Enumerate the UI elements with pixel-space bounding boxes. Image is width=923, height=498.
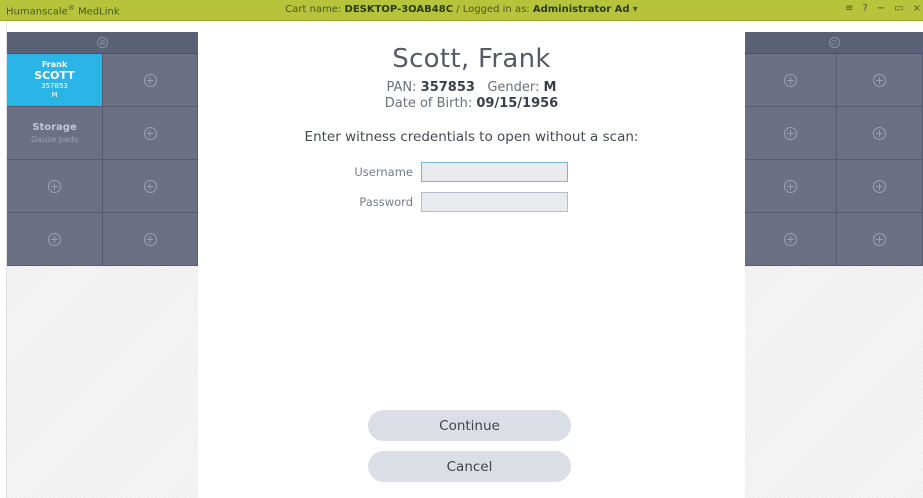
add-icon: + <box>873 179 886 193</box>
pan-label: PAN: <box>386 80 421 95</box>
right-drawer-panel: ⊙ + + + + + + + + <box>745 32 923 498</box>
patient-pan: 357853 <box>41 82 68 90</box>
collapse-icon[interactable]: ⊗ <box>97 37 108 48</box>
separator: / <box>453 4 463 15</box>
add-icon: + <box>48 232 61 246</box>
add-icon: + <box>873 73 886 87</box>
username-row: Username <box>198 162 745 182</box>
drawer-cell-empty[interactable]: + <box>745 160 837 213</box>
left-drawer-grid: Frank SCOTT 357853 M + Storage Gauze pad… <box>7 54 198 266</box>
cart-label: Cart name: <box>285 4 345 15</box>
help-icon[interactable]: ? <box>862 3 867 14</box>
witness-credentials-dialog: Scott, Frank PAN: 357853 Gender: M Date … <box>198 32 745 498</box>
drawer-cell-empty[interactable]: + <box>103 160 198 213</box>
instruction-text: Enter witness credentials to open withou… <box>304 129 639 145</box>
window-controls: ≡ ? − ▭ × <box>845 3 921 14</box>
add-icon: + <box>873 126 886 140</box>
add-icon: + <box>48 179 61 193</box>
password-row: Password <box>198 192 745 212</box>
storage-subtitle: Gauze pads <box>30 135 79 144</box>
password-input[interactable] <box>421 192 568 212</box>
add-icon: + <box>143 126 157 140</box>
gender-value: M <box>543 80 557 95</box>
storage-title: Storage <box>32 122 77 133</box>
dob-label: Date of Birth: <box>384 96 477 111</box>
drawer-cell-empty[interactable]: + <box>7 160 103 213</box>
drawer-cell-storage[interactable]: Storage Gauze pads <box>7 107 103 160</box>
restore-icon[interactable]: ▭ <box>894 3 903 14</box>
drawer-cell-empty[interactable]: + <box>837 107 923 160</box>
chevron-down-icon[interactable]: ▾ <box>630 4 638 15</box>
drawer-cell-empty[interactable]: + <box>837 160 923 213</box>
left-panel-header: ⊗ <box>7 32 198 54</box>
left-drawer-panel: ⊗ Frank SCOTT 357853 M + Storage Gauze p… <box>7 32 198 498</box>
brand-registered-mark: ® <box>67 4 75 12</box>
patient-gender: M <box>51 91 58 99</box>
add-icon: + <box>784 179 797 193</box>
add-icon: + <box>143 73 157 87</box>
patient-last-name: SCOTT <box>34 69 75 82</box>
gender-label: Gender: <box>487 80 544 95</box>
drawer-cell-empty[interactable]: + <box>745 54 837 107</box>
drawer-cell-patient[interactable]: Frank SCOTT 357853 M <box>7 54 103 107</box>
user-menu[interactable]: Administrator Ad <box>533 4 630 15</box>
logged-in-label: Logged in as: <box>462 4 533 15</box>
add-icon: + <box>143 179 157 193</box>
patient-name: Scott, Frank <box>392 44 551 74</box>
add-icon: + <box>784 73 797 87</box>
dob-value: 09/15/1956 <box>476 96 559 111</box>
frame-edge <box>0 21 7 498</box>
patient-id-line: PAN: 357853 Gender: M <box>198 80 745 95</box>
drawer-cell-empty[interactable]: + <box>103 213 198 266</box>
cart-name: DESKTOP-3OAB48C <box>344 4 454 15</box>
username-input[interactable] <box>421 162 568 182</box>
title-bar: Humanscale® MedLink Cart name: DESKTOP-3… <box>0 0 923 21</box>
expand-icon[interactable]: ⊙ <box>828 37 840 48</box>
right-panel-header: ⊙ <box>745 32 923 54</box>
close-icon[interactable]: × <box>913 3 921 14</box>
username-label: Username <box>354 165 413 179</box>
right-drawer-grid: + + + + + + + + <box>745 54 923 266</box>
menu-icon[interactable]: ≡ <box>845 3 853 14</box>
drawer-cell-empty[interactable]: + <box>837 54 923 107</box>
pan-value: 357853 <box>420 80 475 95</box>
frame-spacer <box>0 21 923 32</box>
brand-product: MedLink <box>74 6 120 18</box>
brand-name: Humanscale <box>6 6 68 18</box>
add-icon: + <box>784 232 797 246</box>
add-icon: + <box>784 126 797 140</box>
drawer-cell-empty[interactable]: + <box>837 213 923 266</box>
drawer-cell-empty[interactable]: + <box>103 107 198 160</box>
minimize-icon[interactable]: − <box>877 3 885 14</box>
add-icon: + <box>873 232 886 246</box>
cancel-button[interactable]: Cancel <box>368 451 571 482</box>
drawer-cell-empty[interactable]: + <box>745 107 837 160</box>
session-info: Cart name: DESKTOP-3OAB48C / Logged in a… <box>0 4 923 15</box>
dob-line: Date of Birth: 09/15/1956 <box>198 96 745 111</box>
password-label: Password <box>359 195 413 209</box>
add-icon: + <box>143 232 157 246</box>
continue-button[interactable]: Continue <box>368 410 571 441</box>
drawer-cell-empty[interactable]: + <box>7 213 103 266</box>
app-brand: Humanscale® MedLink <box>6 4 120 17</box>
drawer-cell-empty[interactable]: + <box>103 54 198 107</box>
drawer-cell-empty[interactable]: + <box>745 213 837 266</box>
